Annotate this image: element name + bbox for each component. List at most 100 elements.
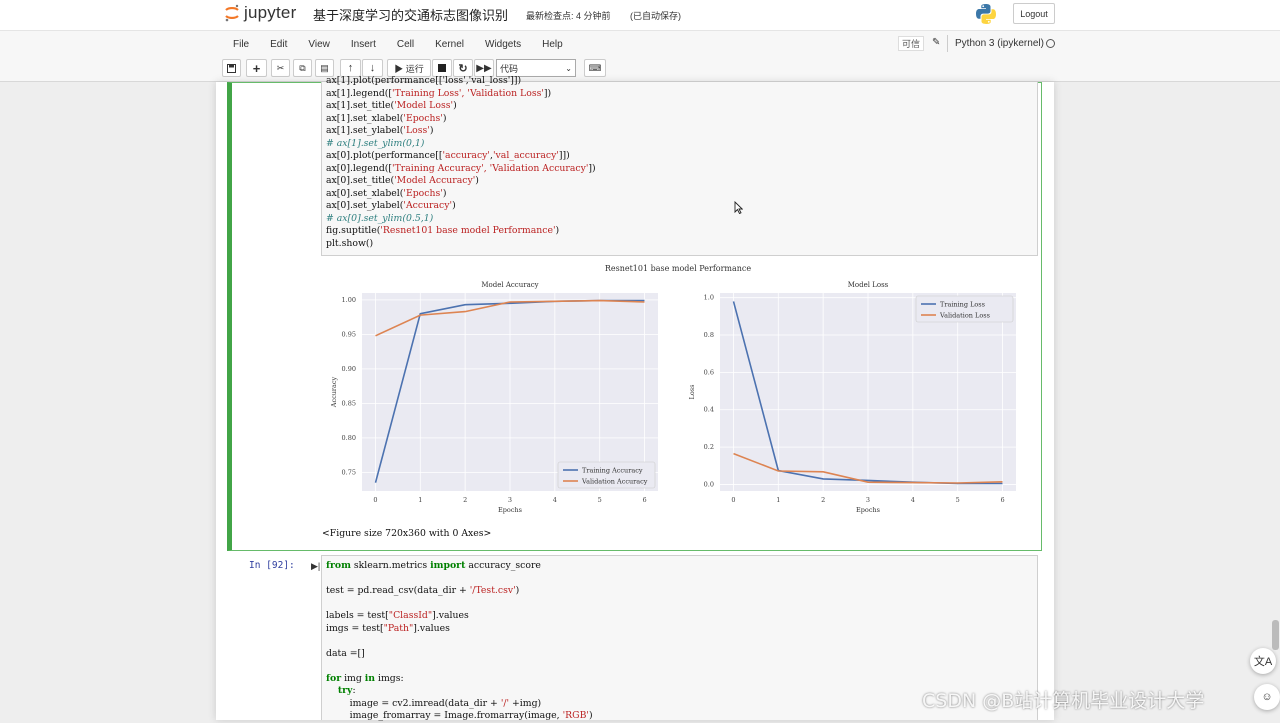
cut-button[interactable]: ✂ <box>271 59 290 77</box>
x-tick-label: 6 <box>1000 496 1004 504</box>
keyword: for <box>326 673 342 684</box>
arrow-up-icon: ↑ <box>347 62 354 74</box>
code-line: data =[] <box>326 648 365 659</box>
translate-icon: 文A <box>1253 656 1273 668</box>
scissors-icon: ✂ <box>276 62 285 73</box>
restart-icon: ↻ <box>458 62 468 75</box>
menu-view[interactable]: View <box>308 39 330 50</box>
kernel-name[interactable]: Python 3 (ipykernel) <box>947 35 1044 52</box>
menu-insert[interactable]: Insert <box>351 39 376 50</box>
string-literal: 'Model Accuracy' <box>394 175 476 186</box>
string-literal: "Path" <box>383 623 414 634</box>
menu-file[interactable]: File <box>233 39 249 50</box>
code-line: ax[1].set_xlabel('Epochs') <box>326 113 447 124</box>
checkpoint-status: 最新检查点: 4 分钟前 <box>526 11 611 21</box>
command-palette-button[interactable]: ⌨ <box>584 59 606 77</box>
save-icon <box>227 63 236 73</box>
insert-cell-button[interactable]: + <box>246 59 267 77</box>
string-literal: "ClassId" <box>388 610 433 621</box>
code-comment: # ax[1].set_ylim(0,1) <box>326 138 425 149</box>
y-tick-label: 0.95 <box>342 330 356 338</box>
code-cell-input[interactable]: ax[1].plot(performance[['loss','val_loss… <box>321 75 1038 256</box>
code-line: ax[0].plot(performance[['accuracy','val_… <box>326 150 570 161</box>
legend-label: Validation Loss <box>939 312 990 320</box>
keyboard-icon: ⌨ <box>588 62 602 73</box>
translate-button[interactable]: 文A <box>1250 648 1276 674</box>
kernel-idle-icon <box>1046 39 1055 48</box>
x-tick-label: 4 <box>553 496 557 504</box>
save-button[interactable] <box>222 59 241 77</box>
code-comment: # ax[0].set_ylim(0.5,1) <box>326 213 434 224</box>
toolbar: + ✂ ⧉ ▤ ↑ ↓ ▶ 运行 ↻ ▶▶ 代码 ⌄ ⌨ <box>0 56 1280 82</box>
y-tick-label: 0.85 <box>342 399 356 407</box>
string-literal: 'Loss' <box>403 125 430 136</box>
legend-label: Training Accuracy <box>582 467 643 475</box>
watermark: CSDN @B站计算机毕业设计大学 <box>922 690 1205 712</box>
jupyter-logo-icon <box>225 4 239 22</box>
x-tick-label: 0 <box>373 496 377 504</box>
axes-title: Model Loss <box>848 281 889 289</box>
keyword: try <box>337 685 353 696</box>
accuracy-plot: 0 1 2 3 4 5 6 0.75 0.80 0.85 0.90 0.95 1.00 Model Acc… <box>330 281 658 514</box>
menu-help[interactable]: Help <box>542 39 563 50</box>
copy-button[interactable]: ⧉ <box>293 59 312 77</box>
x-tick-label: 3 <box>866 496 870 504</box>
run-indicator-icon[interactable]: ▶| <box>311 561 320 572</box>
copy-icon: ⧉ <box>299 62 306 73</box>
notebook-title[interactable]: 基于深度学习的交通标志图像识别 <box>313 5 508 24</box>
code-line: ax[1].set_title('Model Loss') <box>326 100 457 111</box>
logout-button[interactable]: Logout <box>1013 3 1055 24</box>
legend-label: Validation Accuracy <box>581 478 648 486</box>
y-tick-label: 0.80 <box>342 434 356 442</box>
trusted-badge[interactable]: 可信 <box>898 36 924 51</box>
arrow-down-icon: ↓ <box>369 62 376 74</box>
string-literal: '/' <box>500 698 510 709</box>
autosave-status: (已自动保存) <box>630 11 681 21</box>
x-tick-label: 2 <box>821 496 825 504</box>
menu-edit[interactable]: Edit <box>270 39 287 50</box>
code-line: ax[1].legend(['Training Loss', 'Validati… <box>326 88 552 99</box>
keyword: import <box>430 560 466 571</box>
figure-output: Resnet101 base model Performance 0 1 2 3 4 5 6… <box>330 264 1016 514</box>
notebook-header: jupyter 基于深度学习的交通标志图像识别 最新检查点: 4 分钟前 (已自… <box>0 0 1280 30</box>
code-line: fig.suptitle('Resnet101 base model Perfo… <box>326 225 560 236</box>
assistant-button[interactable]: ☺ <box>1254 684 1280 710</box>
pencil-icon[interactable]: ✎ <box>932 37 940 48</box>
plus-icon: + <box>252 60 261 76</box>
scrollbar-thumb[interactable] <box>1272 620 1279 650</box>
x-tick-label: 2 <box>463 496 467 504</box>
keyword: in <box>364 673 376 684</box>
x-tick-label: 1 <box>776 496 780 504</box>
menu-kernel[interactable]: Kernel <box>435 39 464 50</box>
x-tick-label: 5 <box>956 496 960 504</box>
string-literal: 'Accuracy' <box>403 200 453 211</box>
y-tick-label: 0.0 <box>704 480 714 488</box>
code-line: ax[0].set_title('Model Accuracy') <box>326 175 479 186</box>
y-tick-label: 0.2 <box>704 443 714 451</box>
x-tick-label: 0 <box>731 496 735 504</box>
code-line: ax[0].set_ylabel('Accuracy') <box>326 200 456 211</box>
menu-widgets[interactable]: Widgets <box>485 39 521 50</box>
stop-icon <box>438 64 446 72</box>
chevron-down-icon: ⌄ <box>565 63 572 73</box>
fast-forward-icon: ▶▶ <box>476 62 492 74</box>
paste-icon: ▤ <box>320 62 329 73</box>
y-tick-label: 1.0 <box>704 294 714 302</box>
cell-type-value: 代码 <box>500 63 519 74</box>
y-axis-label: Accuracy <box>330 376 338 408</box>
legend-label: Training Loss <box>940 301 985 309</box>
code-line: try: <box>337 685 356 696</box>
input-prompt: In [92]: <box>249 560 295 571</box>
axes-title: Model Accuracy <box>481 281 538 289</box>
menu-bar: File Edit View Insert Cell Kernel Widget… <box>0 30 1280 56</box>
menu-cell[interactable]: Cell <box>397 39 414 50</box>
x-tick-label: 3 <box>508 496 512 504</box>
x-tick-label: 5 <box>598 496 602 504</box>
code-line: image = cv2.imread(data_dir + '/' +img) <box>326 698 542 709</box>
code-line: ax[0].legend(['Training Accuracy', 'Vali… <box>326 163 596 174</box>
jupyter-logo-text: jupyter <box>244 3 297 22</box>
y-tick-label: 1.00 <box>342 296 356 304</box>
string-literal: 'Training Loss', 'Validation Loss' <box>392 88 544 99</box>
string-literal: 'Epochs' <box>403 188 443 199</box>
jupyter-logo[interactable]: jupyter <box>224 3 296 23</box>
